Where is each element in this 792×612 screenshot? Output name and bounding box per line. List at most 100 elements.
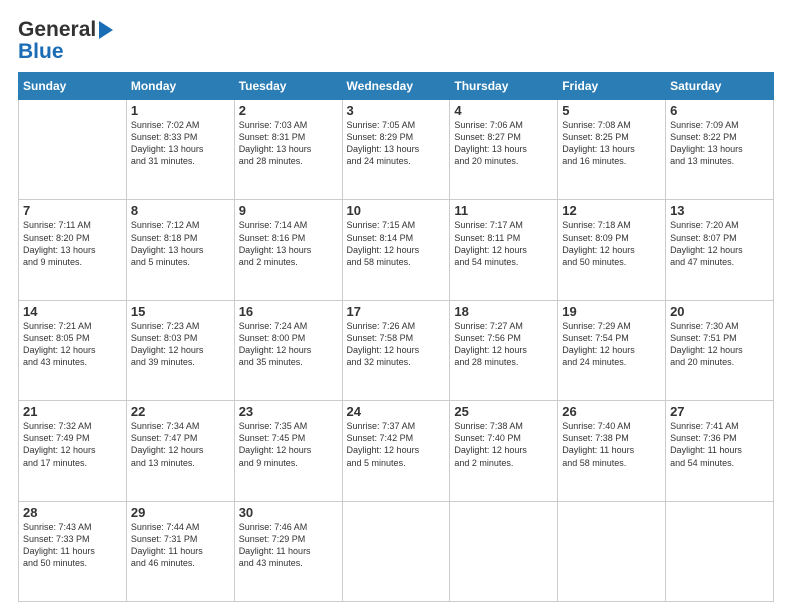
logo-general: General: [18, 18, 96, 42]
cell-text: Sunrise: 7:26 AM Sunset: 7:58 PM Dayligh…: [347, 320, 446, 369]
cell-text: Sunrise: 7:43 AM Sunset: 7:33 PM Dayligh…: [23, 521, 122, 570]
day-number: 2: [239, 103, 338, 118]
day-number: 14: [23, 304, 122, 319]
weekday-header-monday: Monday: [126, 73, 234, 100]
page: GeneralBlue SundayMondayTuesdayWednesday…: [0, 0, 792, 612]
day-number: 11: [454, 203, 553, 218]
cell-text: Sunrise: 7:09 AM Sunset: 8:22 PM Dayligh…: [670, 119, 769, 168]
day-number: 29: [131, 505, 230, 520]
day-number: 25: [454, 404, 553, 419]
calendar-cell: 13Sunrise: 7:20 AM Sunset: 8:07 PM Dayli…: [666, 200, 774, 300]
day-number: 21: [23, 404, 122, 419]
cell-text: Sunrise: 7:15 AM Sunset: 8:14 PM Dayligh…: [347, 219, 446, 268]
calendar-cell: 27Sunrise: 7:41 AM Sunset: 7:36 PM Dayli…: [666, 401, 774, 501]
logo-triangle-icon: [96, 18, 116, 42]
calendar-cell: 21Sunrise: 7:32 AM Sunset: 7:49 PM Dayli…: [19, 401, 127, 501]
cell-text: Sunrise: 7:27 AM Sunset: 7:56 PM Dayligh…: [454, 320, 553, 369]
day-number: 30: [239, 505, 338, 520]
calendar-cell: 15Sunrise: 7:23 AM Sunset: 8:03 PM Dayli…: [126, 300, 234, 400]
calendar-row-2: 14Sunrise: 7:21 AM Sunset: 8:05 PM Dayli…: [19, 300, 774, 400]
day-number: 6: [670, 103, 769, 118]
cell-text: Sunrise: 7:38 AM Sunset: 7:40 PM Dayligh…: [454, 420, 553, 469]
calendar-cell: [342, 501, 450, 601]
calendar-cell: 29Sunrise: 7:44 AM Sunset: 7:31 PM Dayli…: [126, 501, 234, 601]
weekday-header-wednesday: Wednesday: [342, 73, 450, 100]
calendar-cell: 2Sunrise: 7:03 AM Sunset: 8:31 PM Daylig…: [234, 100, 342, 200]
calendar-row-1: 7Sunrise: 7:11 AM Sunset: 8:20 PM Daylig…: [19, 200, 774, 300]
calendar-cell: 24Sunrise: 7:37 AM Sunset: 7:42 PM Dayli…: [342, 401, 450, 501]
calendar-cell: 3Sunrise: 7:05 AM Sunset: 8:29 PM Daylig…: [342, 100, 450, 200]
cell-text: Sunrise: 7:06 AM Sunset: 8:27 PM Dayligh…: [454, 119, 553, 168]
calendar-cell: 9Sunrise: 7:14 AM Sunset: 8:16 PM Daylig…: [234, 200, 342, 300]
calendar-row-0: 1Sunrise: 7:02 AM Sunset: 8:33 PM Daylig…: [19, 100, 774, 200]
cell-text: Sunrise: 7:17 AM Sunset: 8:11 PM Dayligh…: [454, 219, 553, 268]
calendar-row-3: 21Sunrise: 7:32 AM Sunset: 7:49 PM Dayli…: [19, 401, 774, 501]
calendar-cell: 12Sunrise: 7:18 AM Sunset: 8:09 PM Dayli…: [558, 200, 666, 300]
cell-text: Sunrise: 7:21 AM Sunset: 8:05 PM Dayligh…: [23, 320, 122, 369]
day-number: 9: [239, 203, 338, 218]
cell-text: Sunrise: 7:40 AM Sunset: 7:38 PM Dayligh…: [562, 420, 661, 469]
calendar-cell: 5Sunrise: 7:08 AM Sunset: 8:25 PM Daylig…: [558, 100, 666, 200]
day-number: 1: [131, 103, 230, 118]
calendar-cell: 23Sunrise: 7:35 AM Sunset: 7:45 PM Dayli…: [234, 401, 342, 501]
calendar-cell: 17Sunrise: 7:26 AM Sunset: 7:58 PM Dayli…: [342, 300, 450, 400]
calendar-cell: 1Sunrise: 7:02 AM Sunset: 8:33 PM Daylig…: [126, 100, 234, 200]
day-number: 8: [131, 203, 230, 218]
day-number: 17: [347, 304, 446, 319]
cell-text: Sunrise: 7:24 AM Sunset: 8:00 PM Dayligh…: [239, 320, 338, 369]
calendar-cell: [666, 501, 774, 601]
weekday-header-tuesday: Tuesday: [234, 73, 342, 100]
calendar-cell: 6Sunrise: 7:09 AM Sunset: 8:22 PM Daylig…: [666, 100, 774, 200]
cell-text: Sunrise: 7:30 AM Sunset: 7:51 PM Dayligh…: [670, 320, 769, 369]
day-number: 22: [131, 404, 230, 419]
cell-text: Sunrise: 7:35 AM Sunset: 7:45 PM Dayligh…: [239, 420, 338, 469]
day-number: 10: [347, 203, 446, 218]
calendar-cell: 25Sunrise: 7:38 AM Sunset: 7:40 PM Dayli…: [450, 401, 558, 501]
day-number: 7: [23, 203, 122, 218]
day-number: 4: [454, 103, 553, 118]
day-number: 23: [239, 404, 338, 419]
cell-text: Sunrise: 7:44 AM Sunset: 7:31 PM Dayligh…: [131, 521, 230, 570]
day-number: 12: [562, 203, 661, 218]
calendar-table: SundayMondayTuesdayWednesdayThursdayFrid…: [18, 72, 774, 602]
cell-text: Sunrise: 7:41 AM Sunset: 7:36 PM Dayligh…: [670, 420, 769, 469]
day-number: 3: [347, 103, 446, 118]
cell-text: Sunrise: 7:18 AM Sunset: 8:09 PM Dayligh…: [562, 219, 661, 268]
calendar-cell: 16Sunrise: 7:24 AM Sunset: 8:00 PM Dayli…: [234, 300, 342, 400]
day-number: 15: [131, 304, 230, 319]
weekday-header-row: SundayMondayTuesdayWednesdayThursdayFrid…: [19, 73, 774, 100]
weekday-header-friday: Friday: [558, 73, 666, 100]
calendar-cell: 10Sunrise: 7:15 AM Sunset: 8:14 PM Dayli…: [342, 200, 450, 300]
day-number: 24: [347, 404, 446, 419]
calendar-cell: 14Sunrise: 7:21 AM Sunset: 8:05 PM Dayli…: [19, 300, 127, 400]
cell-text: Sunrise: 7:12 AM Sunset: 8:18 PM Dayligh…: [131, 219, 230, 268]
calendar-cell: 22Sunrise: 7:34 AM Sunset: 7:47 PM Dayli…: [126, 401, 234, 501]
cell-text: Sunrise: 7:02 AM Sunset: 8:33 PM Dayligh…: [131, 119, 230, 168]
weekday-header-sunday: Sunday: [19, 73, 127, 100]
calendar-cell: [450, 501, 558, 601]
cell-text: Sunrise: 7:37 AM Sunset: 7:42 PM Dayligh…: [347, 420, 446, 469]
cell-text: Sunrise: 7:03 AM Sunset: 8:31 PM Dayligh…: [239, 119, 338, 168]
weekday-header-thursday: Thursday: [450, 73, 558, 100]
calendar-row-4: 28Sunrise: 7:43 AM Sunset: 7:33 PM Dayli…: [19, 501, 774, 601]
calendar-cell: [19, 100, 127, 200]
weekday-header-saturday: Saturday: [666, 73, 774, 100]
logo-combined: GeneralBlue: [18, 18, 116, 64]
logo-blue: Blue: [18, 40, 64, 64]
cell-text: Sunrise: 7:05 AM Sunset: 8:29 PM Dayligh…: [347, 119, 446, 168]
calendar-cell: 20Sunrise: 7:30 AM Sunset: 7:51 PM Dayli…: [666, 300, 774, 400]
calendar-cell: 18Sunrise: 7:27 AM Sunset: 7:56 PM Dayli…: [450, 300, 558, 400]
calendar-cell: 28Sunrise: 7:43 AM Sunset: 7:33 PM Dayli…: [19, 501, 127, 601]
calendar-cell: 4Sunrise: 7:06 AM Sunset: 8:27 PM Daylig…: [450, 100, 558, 200]
calendar-cell: 19Sunrise: 7:29 AM Sunset: 7:54 PM Dayli…: [558, 300, 666, 400]
cell-text: Sunrise: 7:29 AM Sunset: 7:54 PM Dayligh…: [562, 320, 661, 369]
header: GeneralBlue: [18, 18, 774, 64]
cell-text: Sunrise: 7:14 AM Sunset: 8:16 PM Dayligh…: [239, 219, 338, 268]
calendar-cell: 30Sunrise: 7:46 AM Sunset: 7:29 PM Dayli…: [234, 501, 342, 601]
calendar-cell: [558, 501, 666, 601]
calendar-cell: 11Sunrise: 7:17 AM Sunset: 8:11 PM Dayli…: [450, 200, 558, 300]
day-number: 27: [670, 404, 769, 419]
calendar-cell: 26Sunrise: 7:40 AM Sunset: 7:38 PM Dayli…: [558, 401, 666, 501]
day-number: 28: [23, 505, 122, 520]
cell-text: Sunrise: 7:46 AM Sunset: 7:29 PM Dayligh…: [239, 521, 338, 570]
